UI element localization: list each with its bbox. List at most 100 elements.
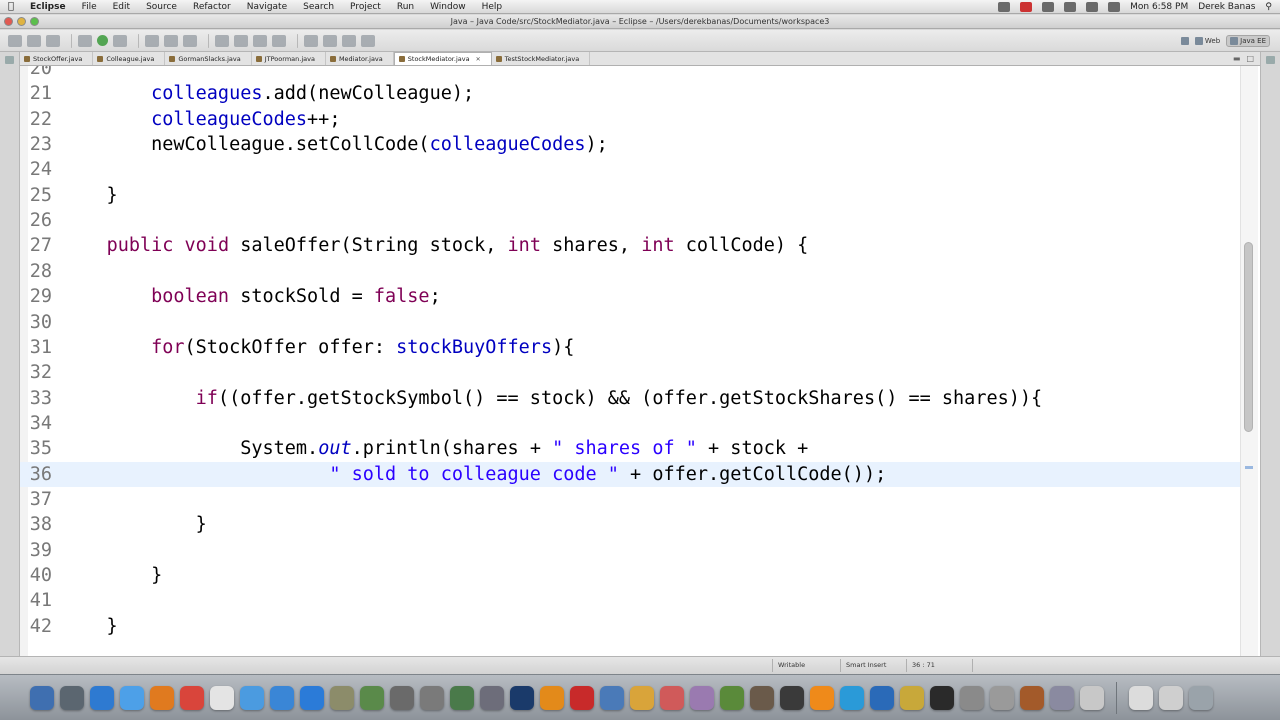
code-text[interactable]: System.out.println(shares + " shares of … (62, 436, 808, 461)
toggle-mark-occurrences-icon[interactable] (253, 34, 267, 47)
documents-icon[interactable] (1080, 685, 1104, 710)
preview-icon[interactable] (330, 685, 354, 710)
code-line[interactable]: 35 System.out.println(shares + " shares … (20, 436, 1240, 461)
print-icon[interactable] (46, 34, 60, 47)
media-icon[interactable] (660, 685, 684, 710)
text-edit-icon[interactable] (990, 685, 1014, 710)
launchpad-icon[interactable] (60, 685, 84, 710)
menu-project[interactable]: Project (342, 2, 389, 12)
menu-edit[interactable]: Edit (105, 2, 138, 12)
code-line[interactable]: 42 } (20, 614, 1240, 639)
code-line[interactable]: 38 } (20, 512, 1240, 537)
library-icon[interactable] (750, 685, 774, 710)
skype-icon[interactable] (840, 685, 864, 710)
menu-help[interactable]: Help (474, 2, 511, 12)
code-line[interactable]: 33 if((offer.getStockSymbol() == stock) … (20, 386, 1240, 411)
code-line[interactable]: 31 for(StockOffer offer: stockBuyOffers)… (20, 335, 1240, 360)
network-icon[interactable] (300, 685, 324, 710)
bluetooth-icon[interactable] (1042, 1, 1055, 12)
new-java-project-icon[interactable] (145, 34, 159, 47)
calendar-icon[interactable] (210, 685, 234, 710)
spotlight-icon[interactable]: ⚲ (1265, 2, 1272, 12)
scrollbar-thumb[interactable] (1244, 242, 1253, 432)
restore-view-icon[interactable] (5, 56, 14, 64)
code-line[interactable]: 24 (20, 157, 1240, 182)
notes-icon[interactable] (900, 685, 924, 710)
code-text[interactable]: colleagues.add(newColleague); (62, 81, 474, 106)
acrobat-icon[interactable] (570, 685, 594, 710)
clapper-icon[interactable] (780, 685, 804, 710)
document-stack-icon[interactable] (1129, 685, 1153, 710)
code-line[interactable]: 21 colleagues.add(newColleague); (20, 81, 1240, 106)
dashboard-icon[interactable] (690, 685, 714, 710)
minecraft-icon[interactable] (720, 685, 744, 710)
code-line[interactable]: 39 (20, 538, 1240, 563)
safari-icon[interactable] (120, 685, 144, 710)
code-line[interactable]: 34 (20, 411, 1240, 436)
debug-icon[interactable] (78, 34, 92, 47)
record-icon[interactable] (1020, 1, 1033, 12)
tab-jtpoorman[interactable]: JTPoorman.java (252, 52, 326, 65)
tab-stockoffer[interactable]: StockOffer.java (20, 52, 94, 65)
code-line[interactable]: 23 newColleague.setCollCode(colleagueCod… (20, 132, 1240, 157)
code-line[interactable]: 22 colleagueCodes++; (20, 107, 1240, 132)
code-text[interactable]: public void saleOffer(String stock, int … (62, 233, 809, 258)
disk-utility-icon[interactable] (480, 685, 504, 710)
next-annotation-icon[interactable] (304, 34, 318, 47)
code-line[interactable]: 28 (20, 259, 1240, 284)
overview-ruler-marker[interactable] (1245, 466, 1253, 469)
tools-icon[interactable] (390, 685, 414, 710)
menu-file[interactable]: File (74, 2, 105, 12)
menu-app-eclipse[interactable]: Eclipse (22, 2, 74, 12)
utility-icon[interactable] (450, 685, 474, 710)
code-text[interactable]: newColleague.setCollCode(colleagueCodes)… (62, 132, 608, 157)
trash-icon[interactable] (1189, 685, 1213, 710)
menu-search[interactable]: Search (295, 2, 342, 12)
screenflow-icon[interactable] (1020, 685, 1044, 710)
code-line[interactable]: 26 (20, 208, 1240, 233)
open-perspective-icon[interactable] (1180, 36, 1189, 45)
code-line[interactable]: 29 boolean stockSold = false; (20, 284, 1240, 309)
external-tools-icon[interactable] (113, 34, 127, 47)
code-line[interactable]: 30 (20, 310, 1240, 335)
code-line[interactable]: 40 } (20, 563, 1240, 588)
code-text[interactable]: } (62, 183, 118, 208)
code-line[interactable]: 41 (20, 588, 1240, 613)
code-text[interactable]: } (62, 614, 118, 639)
battery-icon[interactable] (1108, 1, 1121, 12)
system-preferences-icon[interactable] (420, 685, 444, 710)
perspective-java-ee[interactable]: Java EE (1226, 34, 1270, 47)
previous-annotation-icon[interactable] (323, 34, 337, 47)
menu-window[interactable]: Window (422, 2, 474, 12)
new-icon[interactable] (8, 34, 22, 47)
forward-icon[interactable] (361, 34, 375, 47)
chrome-icon[interactable] (180, 685, 204, 710)
app-store-icon[interactable] (90, 685, 114, 710)
tab-gormanslacks[interactable]: GormanSlacks.java (165, 52, 252, 65)
code-text[interactable]: boolean stockSold = false; (62, 284, 441, 309)
menu-navigate[interactable]: Navigate (239, 2, 295, 12)
terminal-icon[interactable] (930, 685, 954, 710)
volume-icon[interactable] (1086, 1, 1099, 12)
menu-source[interactable]: Source (138, 2, 185, 12)
close-tab-icon[interactable]: ✕ (476, 56, 481, 63)
itunes-icon[interactable] (240, 685, 264, 710)
perspective-web[interactable]: Web (1194, 36, 1220, 45)
tab-mediator[interactable]: Mediator.java (326, 52, 394, 65)
photoshop-icon[interactable] (510, 685, 534, 710)
automator-icon[interactable] (360, 685, 384, 710)
code-text[interactable]: } (62, 563, 162, 588)
paint-icon[interactable] (630, 685, 654, 710)
new-package-icon[interactable] (164, 34, 178, 47)
finder-icon[interactable] (30, 685, 54, 710)
menu-refactor[interactable]: Refactor (185, 2, 239, 12)
keychain-icon[interactable] (1050, 685, 1074, 710)
code-text[interactable]: " sold to colleague code " + offer.getCo… (62, 462, 886, 487)
apple-icon[interactable]:  (0, 1, 22, 12)
illustrator-icon[interactable] (540, 685, 564, 710)
tab-colleague[interactable]: Colleague.java (93, 52, 166, 65)
firefox-icon[interactable] (150, 685, 174, 710)
code-text[interactable]: } (62, 512, 207, 537)
app-store-2-icon[interactable] (270, 685, 294, 710)
downloads-stack-icon[interactable] (1159, 685, 1183, 710)
